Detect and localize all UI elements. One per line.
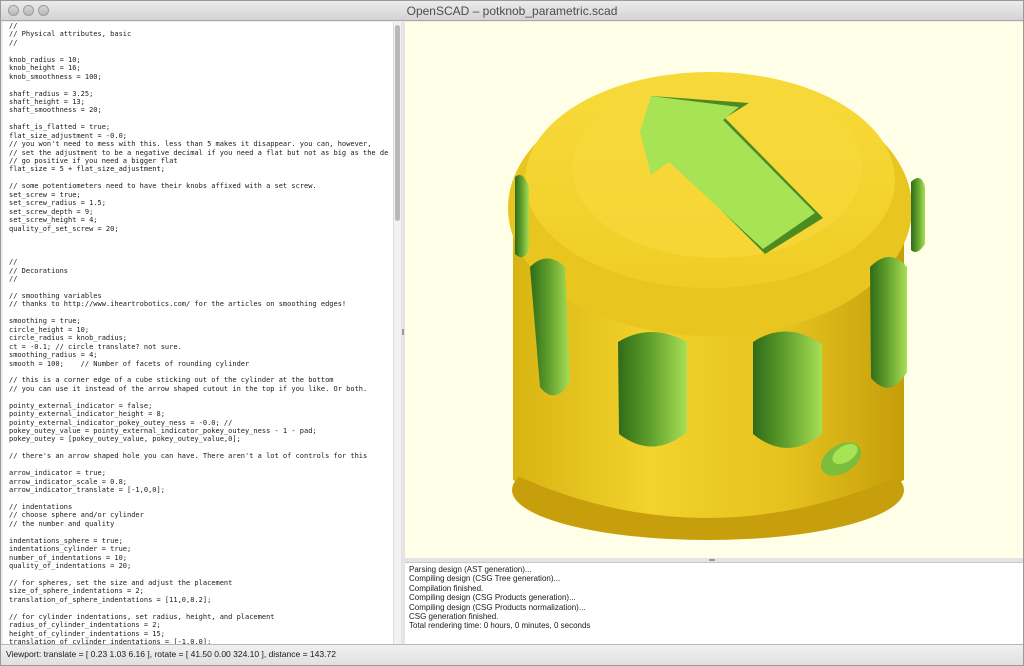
code-line[interactable]: indentations_sphere = true; bbox=[9, 537, 389, 545]
splitter-grip-icon bbox=[709, 559, 715, 561]
splitter-grip-icon bbox=[402, 329, 404, 335]
code-line[interactable]: knob_smoothness = 100; bbox=[9, 73, 389, 81]
console-message: Compiling design (CSG Products normaliza… bbox=[409, 602, 586, 612]
code-line[interactable]: circle_radius = knob_radius; bbox=[9, 334, 389, 342]
code-line[interactable]: // for spheres, set the size and adjust … bbox=[9, 579, 389, 587]
code-line[interactable]: shaft_height = 13; bbox=[9, 98, 389, 106]
code-line[interactable]: // set the adjustment to be a negative d… bbox=[9, 149, 389, 157]
code-line[interactable] bbox=[9, 81, 389, 89]
code-line[interactable]: // some potentiometers need to have thei… bbox=[9, 182, 389, 190]
code-line[interactable] bbox=[9, 241, 389, 249]
code-line[interactable]: smoothing = true; bbox=[9, 317, 389, 325]
code-line[interactable]: arrow_indicator = true; bbox=[9, 469, 389, 477]
code-line[interactable]: // there's an arrow shaped hole you can … bbox=[9, 452, 389, 460]
code-line[interactable]: // bbox=[9, 22, 389, 30]
code-line[interactable]: // you can use it instead of the arrow s… bbox=[9, 385, 389, 393]
code-line[interactable]: pokey_outey_value = pointy_external_indi… bbox=[9, 427, 389, 435]
code-line[interactable]: // Decorations bbox=[9, 267, 389, 275]
code-line[interactable] bbox=[9, 604, 389, 612]
editor-scrollbar-thumb[interactable] bbox=[395, 25, 400, 221]
status-bar: Viewport: translate = [ 0.23 1.03 6.16 ]… bbox=[1, 644, 1023, 665]
code-line[interactable]: // bbox=[9, 258, 389, 266]
code-line[interactable] bbox=[9, 309, 389, 317]
code-editor[interactable]: //// Physical attributes, basic//knob_ra… bbox=[3, 22, 398, 644]
window-title: OpenSCAD – potknob_parametric.scad bbox=[406, 4, 618, 18]
3d-viewport[interactable] bbox=[405, 22, 1023, 558]
code-line[interactable]: radius_of_cylinder_indentations = 2; bbox=[9, 621, 389, 629]
code-line[interactable]: // go positive if you need a bigger flat bbox=[9, 157, 389, 165]
code-line[interactable]: shaft_radius = 3.25; bbox=[9, 90, 389, 98]
console-panel[interactable]: Parsing design (AST generation)... Compil… bbox=[405, 562, 1023, 644]
code-line[interactable]: pointy_external_indicator_height = 8; bbox=[9, 410, 389, 418]
code-line[interactable]: set_screw_depth = 9; bbox=[9, 208, 389, 216]
code-line[interactable]: shaft_smoothness = 20; bbox=[9, 106, 389, 114]
code-line[interactable]: // indentations bbox=[9, 503, 389, 511]
code-line[interactable]: flat_size = 5 + flat_size_adjustment; bbox=[9, 165, 389, 173]
code-line[interactable]: // bbox=[9, 275, 389, 283]
console-message: Total rendering time: 0 hours, 0 minutes… bbox=[409, 621, 591, 631]
code-line[interactable]: arrow_indicator_scale = 0.8; bbox=[9, 478, 389, 486]
code-line[interactable]: height_of_cylinder_indentations = 15; bbox=[9, 630, 389, 638]
code-line[interactable] bbox=[9, 444, 389, 452]
code-line[interactable]: quality_of_set_screw = 20; bbox=[9, 225, 389, 233]
code-line[interactable] bbox=[9, 393, 389, 401]
openscad-window: OpenSCAD – potknob_parametric.scad //// … bbox=[0, 0, 1024, 666]
code-line[interactable] bbox=[9, 174, 389, 182]
code-line[interactable]: flat_size_adjustment = -0.0; bbox=[9, 132, 389, 140]
code-line[interactable]: // you won't need to mess with this. les… bbox=[9, 140, 389, 148]
code-line[interactable]: pokey_outey = [pokey_outey_value, pokey_… bbox=[9, 435, 389, 443]
code-line[interactable] bbox=[9, 368, 389, 376]
console-message: Compilation finished. bbox=[409, 583, 484, 593]
code-line[interactable] bbox=[9, 461, 389, 469]
viewport-status: Viewport: translate = [ 0.23 1.03 6.16 ]… bbox=[6, 649, 336, 659]
console-message: Compiling design (CSG Tree generation)..… bbox=[409, 574, 561, 584]
code-line[interactable]: circle_height = 10; bbox=[9, 326, 389, 334]
code-line[interactable] bbox=[9, 495, 389, 503]
code-line[interactable] bbox=[9, 570, 389, 578]
code-line[interactable]: knob_height = 16; bbox=[9, 64, 389, 72]
code-line[interactable]: translation_of_sphere_indentations = [11… bbox=[9, 596, 389, 604]
code-line[interactable] bbox=[9, 284, 389, 292]
code-line[interactable] bbox=[9, 528, 389, 536]
code-line[interactable]: pointy_external_indicator_pokey_outey_ne… bbox=[9, 419, 389, 427]
code-line[interactable]: quality_of_indentations = 20; bbox=[9, 562, 389, 570]
console-message: Parsing design (AST generation)... bbox=[409, 565, 532, 574]
editor-text[interactable]: //// Physical attributes, basic//knob_ra… bbox=[9, 22, 389, 644]
code-line[interactable]: set_screw_radius = 1.5; bbox=[9, 199, 389, 207]
code-line[interactable] bbox=[9, 47, 389, 55]
code-line[interactable]: shaft_is_flatted = true; bbox=[9, 123, 389, 131]
code-line[interactable]: size_of_sphere_indentations = 2; bbox=[9, 587, 389, 595]
code-line[interactable] bbox=[9, 115, 389, 123]
editor-scrollbar[interactable] bbox=[393, 22, 401, 644]
code-line[interactable]: indentations_cylinder = true; bbox=[9, 545, 389, 553]
code-line[interactable]: // choose sphere and/or cylinder bbox=[9, 511, 389, 519]
title-bar[interactable]: OpenSCAD – potknob_parametric.scad bbox=[1, 1, 1023, 21]
code-line[interactable]: // the number and quality bbox=[9, 520, 389, 528]
console-message: Compiling design (CSG Products generatio… bbox=[409, 593, 576, 603]
code-line[interactable]: // Physical attributes, basic bbox=[9, 30, 389, 38]
console-message: CSG generation finished. bbox=[409, 612, 499, 622]
knob-render bbox=[508, 72, 925, 540]
code-line[interactable]: // smoothing variables bbox=[9, 292, 389, 300]
code-line[interactable] bbox=[9, 233, 389, 241]
code-line[interactable]: // for cylinder indentations, set radius… bbox=[9, 613, 389, 621]
code-line[interactable] bbox=[9, 250, 389, 258]
code-line[interactable]: // bbox=[9, 39, 389, 47]
code-line[interactable]: pointy_external_indicator = false; bbox=[9, 402, 389, 410]
code-line[interactable]: set_screw = true; bbox=[9, 191, 389, 199]
code-line[interactable]: number_of_indentations = 10; bbox=[9, 554, 389, 562]
code-line[interactable]: arrow_indicator_translate = [-1,0,0]; bbox=[9, 486, 389, 494]
code-line[interactable]: smooth = 100; // Number of facets of rou… bbox=[9, 360, 389, 368]
code-line[interactable]: ct = -0.1; // circle translate? not sure… bbox=[9, 343, 389, 351]
code-line[interactable]: smoothing_radius = 4; bbox=[9, 351, 389, 359]
code-line[interactable]: // this is a corner edge of a cube stick… bbox=[9, 376, 389, 384]
code-line[interactable]: knob_radius = 10; bbox=[9, 56, 389, 64]
code-line[interactable]: set_screw_height = 4; bbox=[9, 216, 389, 224]
code-line[interactable]: // thanks to http://www.iheartrobotics.c… bbox=[9, 300, 389, 308]
